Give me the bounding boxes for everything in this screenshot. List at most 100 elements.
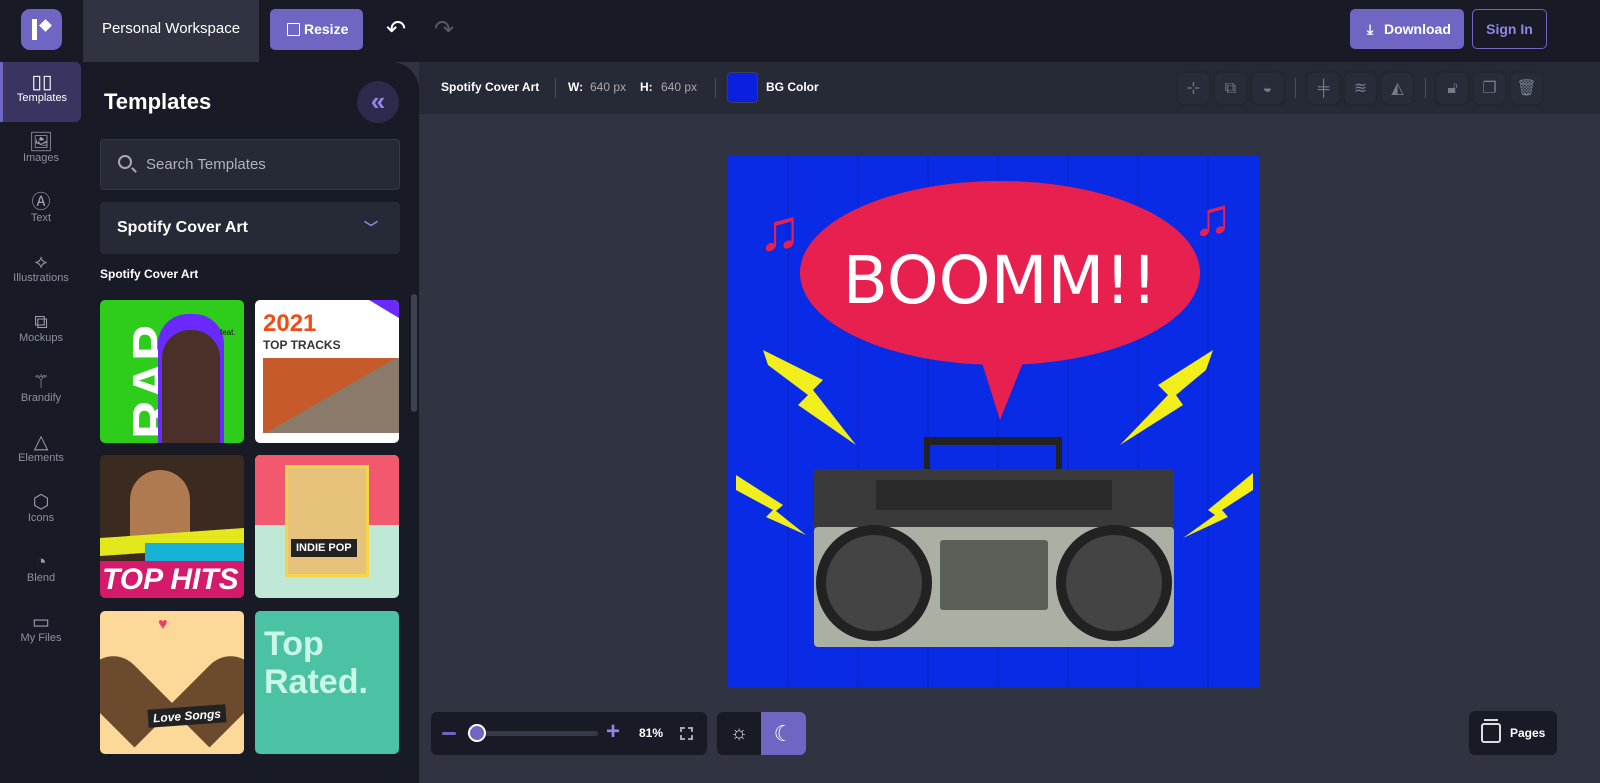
image-icon: 🖼 — [28, 132, 54, 153]
lock-icon[interactable]: 🔓︎ — [1437, 73, 1468, 104]
moon-icon[interactable]: ☾ — [761, 712, 806, 755]
position-icon[interactable]: ⊹ — [1178, 73, 1209, 104]
template-card-rap[interactable]: RAP feat. — [100, 300, 244, 443]
undo-icon[interactable]: ↶ — [386, 16, 406, 44]
zoom-in-button[interactable]: + — [606, 718, 620, 746]
mockups-icon: ⧉ — [34, 312, 48, 333]
template-card-love-songs[interactable]: Love Songs ♥ — [100, 611, 244, 754]
sidebar-item-blend[interactable]: ◔ Blend — [0, 542, 82, 602]
category-value: Spotify Cover Art — [117, 219, 248, 236]
cover-artwork: BOOMM!! ♫ ♫ — [728, 155, 1259, 687]
sidebar-item-label: Mockups — [18, 332, 64, 344]
text-icon: Ⓐ — [31, 192, 51, 213]
category-dropdown[interactable]: Spotify Cover Art ﹀ — [100, 202, 400, 254]
sidebar-item-label: Icons — [27, 512, 55, 524]
zoom-slider-handle[interactable] — [468, 724, 486, 742]
app-logo[interactable] — [21, 9, 62, 50]
heart-icon: ♥ — [158, 616, 168, 633]
width-label: W: — [568, 80, 584, 94]
panel-scrollbar[interactable] — [411, 294, 417, 412]
bg-color-label[interactable]: BG Color — [766, 62, 819, 112]
chevron-down-icon: ﹀ — [364, 220, 378, 236]
sidebar-item-images[interactable]: 🖼 Images — [0, 122, 82, 182]
width-value[interactable]: 640 px — [590, 62, 626, 112]
copy-icon[interactable]: ❐ — [1474, 73, 1505, 104]
magic-wand-icon: ⚚ — [32, 372, 50, 393]
search-templates[interactable] — [100, 139, 400, 190]
resize-label: Resize — [304, 21, 349, 37]
template-text: TOP HITS — [102, 563, 239, 596]
sidebar-item-elements[interactable]: △ Elements — [0, 422, 82, 482]
collapse-panel-button[interactable]: « — [357, 81, 399, 123]
top-bar: Personal Workspace Resize ↶ ↷ ⤓ Download … — [0, 0, 1600, 62]
template-card-top-rated[interactable]: Top Rated. — [255, 611, 399, 754]
divider — [715, 78, 716, 98]
sun-icon[interactable]: ☼ — [717, 712, 761, 755]
sidebar-item-mockups[interactable]: ⧉ Mockups — [0, 302, 82, 362]
align-icon[interactable]: ╪ — [1308, 73, 1339, 104]
templates-panel: Templates « Spotify Cover Art ﹀ Spotify C… — [82, 62, 419, 783]
fit-screen-icon[interactable] — [680, 727, 693, 740]
shapes-icon: △ — [33, 432, 49, 453]
design-canvas[interactable]: BOOMM!! ♫ ♫ — [728, 155, 1259, 687]
palette-icon: ◔ — [35, 552, 47, 573]
sidebar-item-icons[interactable]: ⬡ Icons — [0, 482, 82, 542]
workspace-name[interactable]: Personal Workspace — [83, 0, 259, 62]
divider — [1425, 78, 1426, 98]
height-label: H: — [640, 80, 653, 94]
template-card-2021[interactable]: 2021 TOP TRACKS — [255, 300, 399, 443]
sidebar-item-templates[interactable]: ▯▯ Templates — [3, 62, 81, 122]
flip-icon[interactable]: ◭ — [1382, 73, 1413, 104]
properties-toolbar: Spotify Cover Art W: 640 px H: 640 px BG… — [419, 62, 1600, 114]
sidebar-item-label: Brandify — [20, 392, 62, 404]
search-input[interactable] — [146, 140, 386, 189]
pages-icon — [1481, 719, 1501, 743]
theme-toggle: ☼ ☾ — [717, 712, 806, 755]
sidebar-rail: ▯▯ Templates 🖼 Images Ⓐ Text ⟡ Illustrations ⧉ Mo… — [0, 62, 82, 783]
folder-icon: ▭ — [32, 612, 50, 633]
resize-button[interactable]: Resize — [270, 9, 363, 50]
sidebar-item-label: Illustrations — [13, 272, 69, 284]
template-text: Top Rated. — [264, 625, 368, 701]
panel-title: Templates — [104, 89, 212, 114]
trash-icon[interactable]: 🗑︎ — [1511, 73, 1542, 104]
download-label: Download — [1384, 21, 1451, 37]
sidebar-item-label: Templates — [16, 92, 68, 104]
sidebar-item-label: Elements — [18, 452, 64, 464]
document-name: Spotify Cover Art — [441, 80, 540, 94]
illustrations-icon: ⟡ — [34, 252, 48, 273]
redo-icon[interactable]: ↷ — [434, 16, 454, 44]
sidebar-item-my-files[interactable]: ▭ My Files — [0, 602, 82, 662]
duplicate-layer-icon[interactable]: ⧉ — [1215, 73, 1246, 104]
sidebar-item-text[interactable]: Ⓐ Text — [0, 182, 82, 242]
height-value[interactable]: 640 px — [661, 62, 697, 112]
pages-button[interactable]: Pages — [1469, 711, 1557, 755]
template-subtext: TOP TRACKS — [263, 338, 341, 352]
sign-in-button[interactable]: Sign In — [1472, 9, 1547, 49]
music-note-icon: ♫ — [1193, 189, 1232, 247]
sidebar-item-label: Images — [22, 152, 60, 164]
music-note-icon: ♫ — [758, 198, 802, 263]
layers-icon[interactable]: ≋ — [1345, 73, 1376, 104]
pages-label: Pages — [1510, 726, 1546, 740]
templates-icon: ▯▯ — [31, 72, 53, 93]
download-button[interactable]: ⤓ Download — [1350, 9, 1464, 49]
cube-icon: ⬡ — [32, 492, 50, 513]
sidebar-item-illustrations[interactable]: ⟡ Illustrations — [0, 242, 82, 302]
sidebar-item-label: Text — [30, 212, 52, 224]
search-icon — [118, 155, 132, 169]
bg-color-swatch[interactable] — [727, 72, 758, 103]
zoom-slider[interactable] — [467, 731, 598, 736]
zoom-out-button[interactable] — [442, 732, 456, 735]
opacity-icon[interactable]: ◒ — [1252, 73, 1283, 104]
zoom-controls: + 81% — [431, 712, 707, 755]
sidebar-item-brandify[interactable]: ⚚ Brandify — [0, 362, 82, 422]
template-text: 2021 — [263, 310, 317, 337]
template-card-top-hits[interactable]: TOP HITS — [100, 455, 244, 598]
template-subtext: feat. — [220, 328, 236, 337]
zoom-percent: 81% — [639, 726, 664, 740]
divider — [1295, 78, 1296, 98]
headline-text: BOOMM!! — [843, 242, 1158, 319]
download-icon: ⤓ — [1367, 21, 1374, 37]
template-card-indie-pop[interactable]: INDIE POP — [255, 455, 399, 598]
